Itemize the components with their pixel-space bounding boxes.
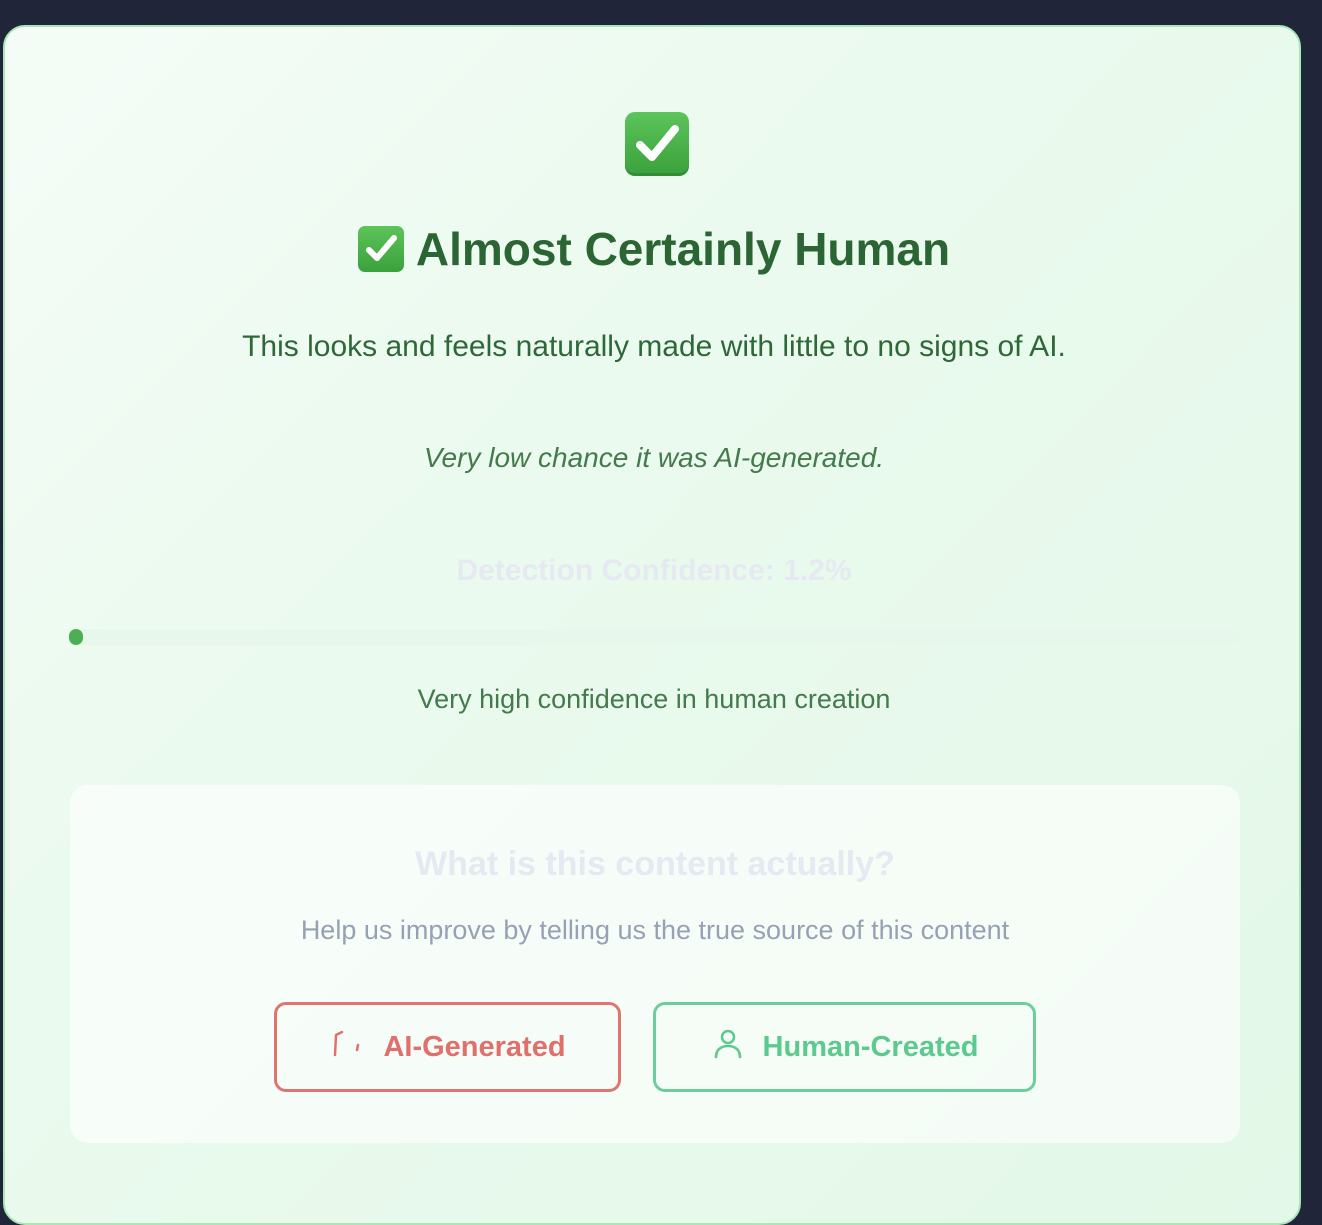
check-mark-icon xyxy=(625,112,689,176)
confidence-progress-bar xyxy=(69,629,1241,645)
feedback-title: What is this content actually? xyxy=(415,845,895,883)
result-title-text: Almost Certainly Human xyxy=(415,223,951,275)
human-created-button[interactable]: Human-Created xyxy=(653,1002,1036,1092)
ai-generated-button[interactable]: AI-Generated xyxy=(274,1002,621,1092)
feedback-subtitle: Help us improve by telling us the true s… xyxy=(300,915,1010,945)
feedback-panel: What is this content actually? Help us i… xyxy=(70,785,1240,1143)
result-card: Almost Certainly Human This looks and fe… xyxy=(3,25,1301,1225)
robot-icon xyxy=(329,1025,365,1069)
result-subtitle: This looks and feels naturally made with… xyxy=(242,330,1066,363)
detection-confidence-label: Detection Confidence: 1.2% xyxy=(456,554,852,587)
result-note: Very low chance it was AI-generated. xyxy=(423,442,885,473)
confidence-description: Very high confidence in human creation xyxy=(417,684,891,714)
check-mark-icon xyxy=(357,226,404,272)
human-created-button-label: Human-Created xyxy=(762,1030,979,1063)
user-icon xyxy=(711,1026,745,1068)
confidence-progress-fill xyxy=(69,629,84,645)
ai-generated-button-label: AI-Generated xyxy=(383,1030,566,1063)
result-title: Almost Certainly Human xyxy=(5,219,1303,279)
